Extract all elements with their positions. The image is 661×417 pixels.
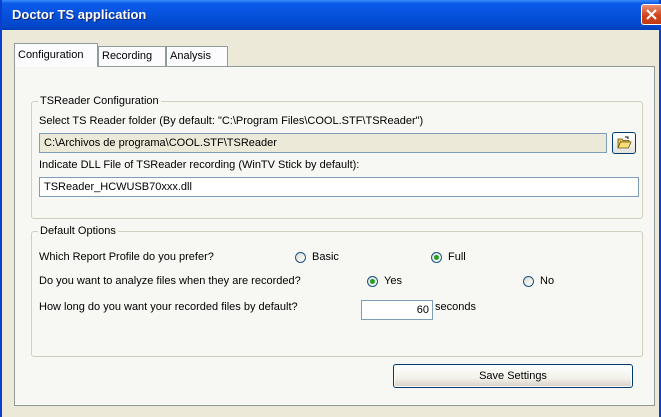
radio-no[interactable]: No xyxy=(523,275,554,287)
tab-recording[interactable]: Recording xyxy=(98,46,166,66)
radio-yes-label: Yes xyxy=(384,275,402,287)
duration-field[interactable] xyxy=(361,300,433,320)
tsreader-config-legend: TSReader Configuration xyxy=(40,95,159,107)
radio-basic-dot xyxy=(295,251,306,263)
radio-full-label: Full xyxy=(448,251,466,263)
analyze-files-label: Do you want to analyze files when they a… xyxy=(39,275,301,287)
duration-unit: seconds xyxy=(435,301,476,313)
title-bar[interactable]: Doctor TS application xyxy=(2,0,661,30)
radio-no-label: No xyxy=(540,275,555,287)
radio-basic[interactable]: Basic xyxy=(295,251,339,263)
browse-folder-button[interactable] xyxy=(612,132,636,154)
default-options-group: Default Options xyxy=(31,225,643,357)
ts-folder-field[interactable] xyxy=(39,133,607,153)
tsreader-config-group: TSReader Configuration xyxy=(31,95,643,219)
radio-full-dot xyxy=(431,251,442,263)
dll-file-field[interactable] xyxy=(39,177,639,197)
dll-file-label: Indicate DLL File of TSReader recording … xyxy=(39,159,360,171)
radio-full[interactable]: Full xyxy=(431,251,466,263)
app-window: Doctor TS application Configuration Reco… xyxy=(0,0,661,417)
report-profile-label: Which Report Profile do you prefer? xyxy=(39,251,214,263)
window-title: Doctor TS application xyxy=(12,7,147,22)
close-button[interactable] xyxy=(641,4,661,25)
tab-configuration[interactable]: Configuration xyxy=(14,43,98,67)
radio-yes-dot xyxy=(367,275,378,287)
radio-yes[interactable]: Yes xyxy=(367,275,402,287)
open-folder-icon xyxy=(617,136,632,149)
configuration-panel: TSReader Configuration Select TS Reader … xyxy=(14,66,655,406)
ts-folder-label: Select TS Reader folder (By default: "C:… xyxy=(39,115,424,127)
close-icon xyxy=(646,9,657,20)
radio-basic-label: Basic xyxy=(312,251,339,263)
default-options-legend: Default Options xyxy=(40,225,116,237)
duration-label: How long do you want your recorded files… xyxy=(39,301,298,313)
save-settings-button[interactable]: Save Settings xyxy=(393,364,633,388)
tab-analysis[interactable]: Analysis xyxy=(166,46,228,66)
radio-no-dot xyxy=(523,275,534,287)
